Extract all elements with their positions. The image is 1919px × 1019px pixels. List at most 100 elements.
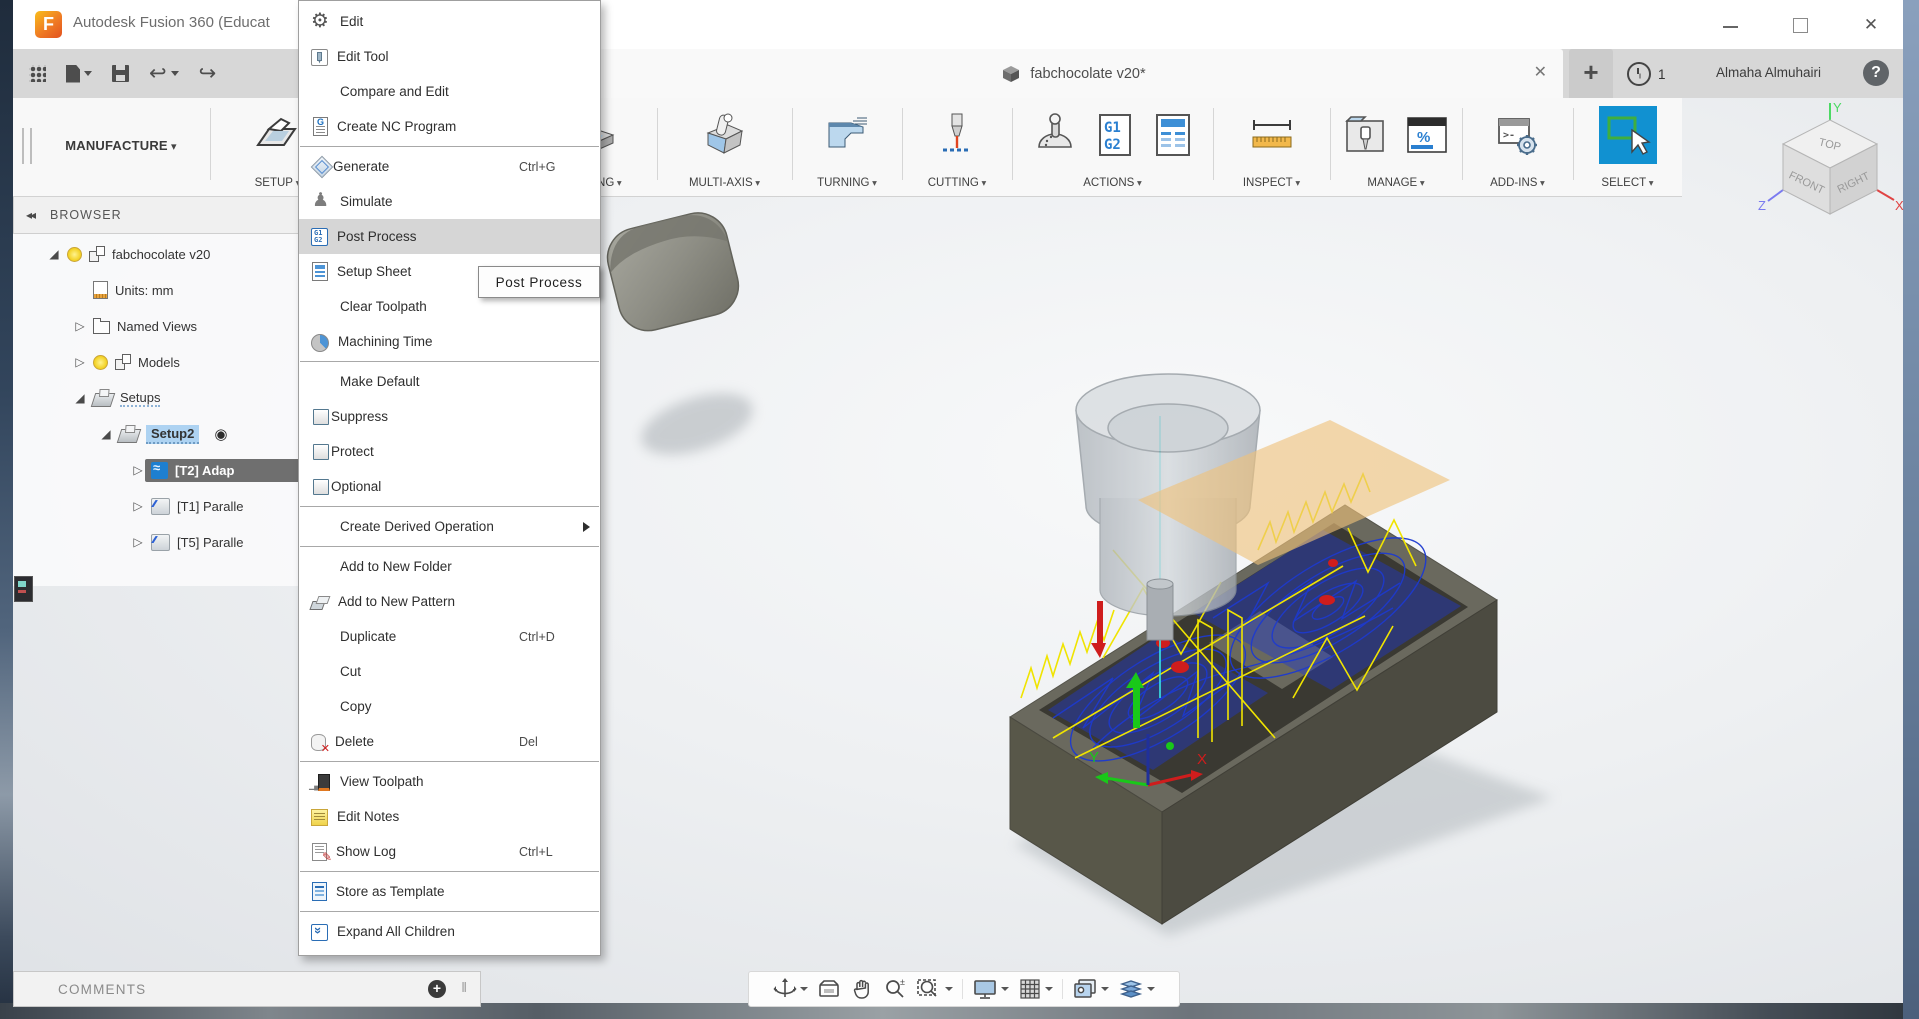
context-menu-item[interactable]: Machining Time: [299, 324, 600, 362]
context-menu-item[interactable]: Store as Template: [299, 874, 600, 912]
tree-item-label: Models: [138, 354, 180, 370]
tree-item-icon: [67, 246, 82, 262]
machined-part[interactable]: [601, 207, 745, 337]
file-menu-button[interactable]: [66, 64, 92, 83]
zoom-button[interactable]: ±: [883, 977, 907, 1001]
save-icon: [112, 65, 129, 82]
context-menu-item[interactable]: Simulate: [299, 184, 600, 219]
add-comment-button[interactable]: +: [428, 980, 446, 998]
menu-item-icon: [313, 117, 328, 136]
select-icon: [1607, 116, 1651, 155]
context-menu-item[interactable]: Create NC Program: [299, 109, 600, 147]
help-button[interactable]: ?: [1863, 60, 1889, 86]
context-menu-item[interactable]: Suppress: [299, 399, 600, 434]
drag-handle[interactable]: [22, 128, 32, 164]
tree-expander-icon[interactable]: [131, 535, 145, 549]
context-menu-item[interactable]: Delete Del: [299, 724, 600, 762]
menu-item-label: Add to New Pattern: [338, 594, 456, 609]
context-menu-item[interactable]: Copy: [299, 689, 600, 724]
ribbon-group-turning[interactable]: TURNING: [792, 98, 902, 196]
tree-expander-icon[interactable]: [131, 463, 145, 477]
user-account-button[interactable]: Almaha Almuhairi: [1681, 65, 1856, 80]
app-grid-button[interactable]: [29, 65, 46, 82]
tree-expander-icon[interactable]: [73, 319, 87, 333]
svg-text:G1: G1: [1104, 120, 1121, 136]
workspace-switcher[interactable]: MANUFACTURE: [13, 98, 210, 196]
maximize-button[interactable]: [1791, 15, 1811, 35]
context-menu-item[interactable]: Add to New Folder: [299, 549, 600, 584]
save-button[interactable]: [112, 65, 129, 82]
tree-expander-icon[interactable]: [73, 355, 87, 369]
menu-item-label: View Toolpath: [340, 774, 424, 789]
chevron-down-icon: [1101, 987, 1109, 991]
menu-item-label: Clear Toolpath: [340, 299, 427, 314]
display-settings-button[interactable]: [972, 977, 1009, 1001]
menu-item-label: Expand All Children: [337, 924, 455, 939]
context-menu-item[interactable]: Optional: [299, 469, 600, 507]
context-menu-item[interactable]: Make Default: [299, 364, 600, 399]
chevron-down-icon: [800, 987, 808, 991]
file-icon: [66, 64, 80, 83]
select-tool-active[interactable]: [1598, 106, 1657, 164]
version-status[interactable]: 1: [1627, 62, 1666, 86]
close-button[interactable]: ✕: [1861, 15, 1881, 35]
browser-title: BROWSER: [50, 208, 122, 222]
context-menu-item[interactable]: Compare and Edit: [299, 74, 600, 109]
context-menu-item[interactable]: Post Process: [299, 219, 600, 254]
look-at-button[interactable]: [817, 977, 841, 1001]
context-menu-item[interactable]: Generate Ctrl+G: [299, 149, 600, 184]
context-menu-item[interactable]: View Toolpath: [299, 764, 600, 799]
tree-expander-icon[interactable]: [73, 391, 87, 405]
tree-item-icon: [90, 393, 116, 407]
context-menu-item[interactable]: Expand All Children: [299, 914, 600, 949]
grid-snaps-button[interactable]: [1018, 977, 1053, 1001]
ribbon-group-actions[interactable]: G1 G2 ACTIONS: [1012, 98, 1213, 196]
menu-item-icon: [311, 733, 330, 755]
tree-expander-icon[interactable]: [131, 499, 145, 513]
tree-expander-icon[interactable]: [47, 247, 61, 261]
view-cube[interactable]: TOP FRONT RIGHT Y X Z: [1756, 100, 1906, 225]
fusion360-window: X Y TOP FRONT RIGHT Y X Z F Autodesk Fus…: [13, 0, 1906, 1007]
redo-button[interactable]: ↪: [199, 63, 217, 84]
clock-icon: [1627, 62, 1651, 86]
viewports-button[interactable]: [1072, 977, 1109, 1001]
ribbon-group-inspect[interactable]: INSPECT: [1213, 98, 1330, 196]
context-menu-item[interactable]: Edit: [299, 4, 600, 39]
ribbon-group-select[interactable]: SELECT: [1573, 98, 1682, 196]
minimize-button[interactable]: [1721, 15, 1741, 35]
context-menu-item[interactable]: Create Derived Operation: [299, 509, 600, 547]
context-menu-item[interactable]: Cut: [299, 654, 600, 689]
undo-button[interactable]: ↩: [149, 63, 179, 84]
svg-text:>-: >-: [1503, 130, 1515, 141]
new-tab-button[interactable]: +: [1569, 49, 1613, 98]
menu-item-shortcut: Del: [519, 734, 538, 749]
ribbon-group-cutting[interactable]: CUTTING: [902, 98, 1012, 196]
ribbon-group-multi-axis[interactable]: MULTI-AXIS: [657, 98, 792, 196]
tree-expander-icon[interactable]: [99, 427, 113, 441]
comments-bar[interactable]: COMMENTS + ‖: [13, 971, 481, 1007]
context-menu-item[interactable]: Edit Notes: [299, 799, 600, 834]
context-menu-item[interactable]: Edit Tool: [299, 39, 600, 74]
display-settings-icon: [974, 980, 996, 999]
tree-item-icon: [89, 246, 105, 262]
context-menu-item[interactable]: Duplicate Ctrl+D: [299, 619, 600, 654]
pan-button[interactable]: [850, 977, 874, 1001]
ribbon-group-manage[interactable]: % MANAGE: [1330, 98, 1462, 196]
context-menu-item[interactable]: Show Log Ctrl+L: [299, 834, 600, 872]
zoom-window-button[interactable]: [916, 977, 953, 1001]
context-menu-item[interactable]: Add to New Pattern: [299, 584, 600, 619]
window-title: Autodesk Fusion 360 (Educat: [73, 14, 270, 31]
collapse-panel-icon[interactable]: ◂◂: [26, 208, 36, 222]
context-menu-item[interactable]: Protect: [299, 434, 600, 469]
ribbon-group-addins[interactable]: >- ADD-INS: [1462, 98, 1573, 196]
menu-item-label: Optional: [331, 479, 382, 494]
menu-item-shortcut: Ctrl+G: [519, 159, 556, 174]
comments-resize-handle[interactable]: ‖: [461, 979, 468, 995]
visual-style-button[interactable]: [1118, 977, 1155, 1001]
orbit-button[interactable]: [773, 977, 808, 1001]
tooltip-text: Post Process: [495, 274, 583, 290]
tab-close-icon[interactable]: ✕: [1534, 63, 1547, 83]
menu-item-icon: [311, 662, 331, 682]
ribbon-group-label: SELECT: [1573, 177, 1682, 189]
document-tab[interactable]: fabchocolate v20* ✕: [585, 49, 1563, 98]
